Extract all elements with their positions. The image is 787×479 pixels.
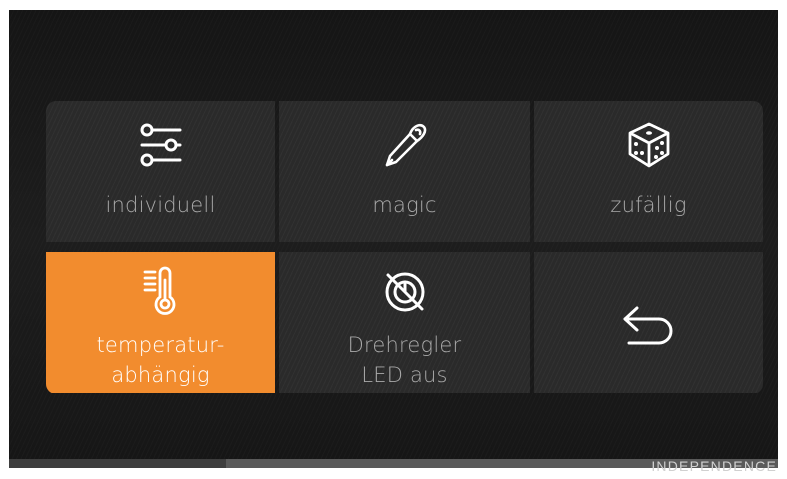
dice-icon: [534, 119, 763, 171]
mode-grid: individuell magic zufällig temperatur- a…: [46, 101, 763, 394]
pen-icon: [279, 119, 530, 171]
mode-tile-magic[interactable]: magic: [279, 101, 530, 242]
thermometer-icon: [46, 266, 275, 318]
mode-label-line2: LED aus: [361, 363, 448, 387]
mode-label-line2: abhängig: [111, 363, 210, 387]
back-button[interactable]: [534, 252, 763, 393]
back-arrow-icon: [534, 297, 763, 353]
mode-tile-zufaellig[interactable]: zufällig: [534, 101, 763, 242]
mode-label: magic: [372, 193, 437, 217]
mode-tile-individuell[interactable]: individuell: [46, 101, 275, 242]
footer-bar-segment: [9, 459, 226, 468]
mode-label: zufällig: [610, 193, 687, 217]
knob-off-icon: [279, 266, 530, 318]
mode-label-line1: Drehregler: [347, 333, 462, 357]
mode-label: individuell: [105, 193, 216, 217]
mode-label-line1: temperatur-: [96, 333, 225, 357]
sliders-icon: [46, 119, 275, 171]
brand-label: INDEPENDENCE: [651, 458, 777, 474]
mode-tile-temperatur[interactable]: temperatur- abhängig: [46, 252, 275, 393]
mode-tile-drehregler[interactable]: Drehregler LED aus: [279, 252, 530, 393]
device-screen: individuell magic zufällig temperatur- a…: [9, 10, 778, 468]
